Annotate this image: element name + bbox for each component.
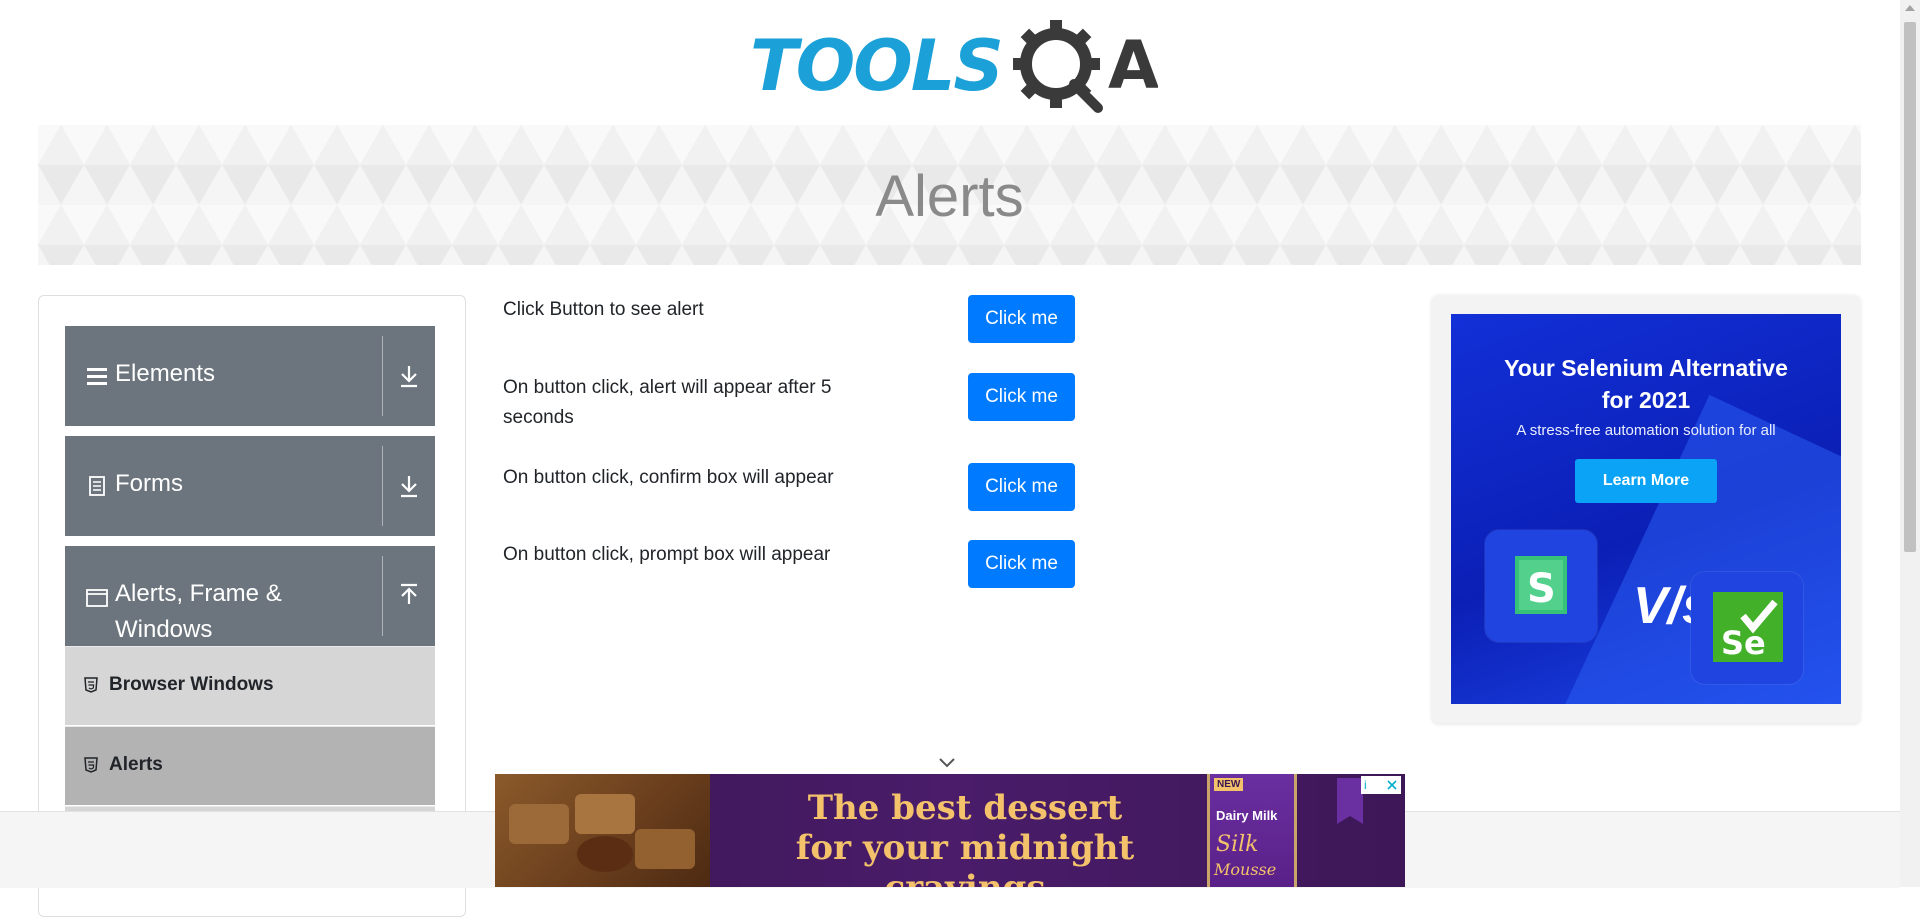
ad-headline-line-2: for 2021	[1601, 387, 1691, 413]
prompt-row-label: On button click, prompt box will appear	[503, 544, 831, 565]
download-arrow-icon[interactable]	[393, 360, 425, 392]
bottom-ad-line-2: for your midnight cravings	[795, 828, 1135, 887]
sidebar-group-alerts-frame-windows[interactable]: Alerts, Frame & Windows	[65, 546, 435, 646]
window-icon	[86, 589, 108, 607]
ad-right-logo-text: Se	[1721, 624, 1766, 662]
sidebar-group-forms[interactable]: Forms	[65, 436, 435, 536]
ad-left-logo-text: S	[1527, 566, 1556, 612]
sidebar-group-label: Alerts, Frame & Windows	[115, 580, 282, 643]
scroll-up-icon[interactable]	[1905, 5, 1915, 11]
pack-brand: Dairy Milk	[1216, 808, 1278, 823]
alert-button[interactable]: Click me	[968, 295, 1075, 343]
selenium-logo-icon: Se	[1713, 592, 1783, 662]
prompt-button[interactable]: Click me	[968, 540, 1075, 588]
bottom-ad-banner[interactable]: The best dessert for your midnight cravi…	[495, 774, 1405, 887]
divider	[382, 556, 383, 636]
page-title: Alerts	[875, 164, 1024, 229]
chocolate-image	[495, 774, 710, 887]
timer-alert-row-label: On button click, alert will appear after…	[503, 377, 832, 428]
close-icon[interactable]	[1386, 779, 1398, 791]
divider	[382, 336, 383, 416]
katalon-logo-icon: S	[1515, 556, 1585, 614]
toolsqa-logo[interactable]: TOOLS A	[750, 18, 1158, 114]
page-banner: Alerts	[38, 125, 1861, 265]
dairy-milk-pack: NEW Dairy Milk Silk Mousse	[1207, 774, 1297, 887]
ad-info-icon[interactable]: i	[1361, 778, 1367, 792]
alert-row-label: Click Button to see alert	[503, 299, 704, 320]
scrollbar-thumb[interactable]	[1904, 22, 1916, 552]
download-arrow-icon[interactable]	[393, 470, 425, 502]
chocolate-pieces-illustration	[509, 794, 695, 872]
katalon-logo-tile: S	[1485, 530, 1597, 642]
logo-text: TOOLS	[750, 25, 1004, 107]
ad-headline-line-1: Your Selenium Alternative	[1504, 355, 1788, 381]
upload-arrow-icon[interactable]	[393, 580, 425, 612]
confirm-row-label: On button click, confirm box will appear	[503, 467, 834, 488]
ad-headline: Your Selenium Alternative for 2021	[1451, 352, 1841, 416]
sidebar-item-label: Alerts	[109, 754, 163, 775]
html5-icon	[84, 757, 98, 773]
learn-more-button[interactable]: Learn More	[1575, 459, 1717, 503]
ad-choices[interactable]: i	[1361, 776, 1401, 794]
side-ad[interactable]: Your Selenium Alternative for 2021 A str…	[1432, 295, 1860, 723]
side-ad-creative[interactable]: Your Selenium Alternative for 2021 A str…	[1451, 314, 1841, 704]
sidebar-item-browser-windows[interactable]: Browser Windows	[65, 646, 435, 725]
sidebar-item-label: Browser Windows	[109, 674, 274, 695]
selenium-logo-tile: Se	[1691, 572, 1803, 684]
timer-alert-button[interactable]: Click me	[968, 373, 1075, 421]
chevron-down-icon[interactable]	[938, 757, 956, 769]
new-badge: NEW	[1214, 778, 1244, 791]
gear-magnifier-logo-icon: A	[1013, 20, 1158, 113]
confirm-button[interactable]: Click me	[968, 463, 1075, 511]
svg-text:A: A	[1108, 27, 1158, 104]
bottom-ad-line-1: The best dessert	[807, 788, 1123, 828]
pack-name: Silk	[1216, 832, 1259, 857]
ad-subtitle: A stress-free automation solution for al…	[1516, 422, 1776, 439]
divider	[382, 446, 383, 526]
sidebar-group-elements[interactable]: Elements	[65, 326, 435, 426]
sidebar-item-alerts[interactable]: Alerts	[65, 726, 435, 805]
sidebar-group-label: Elements	[115, 360, 216, 387]
document-icon	[89, 476, 105, 496]
vertical-scrollbar[interactable]	[1900, 0, 1920, 887]
html5-icon	[84, 677, 98, 693]
hamburger-icon	[87, 368, 107, 385]
pack-variant: Mousse	[1214, 860, 1277, 879]
sidebar-group-label: Forms	[115, 470, 183, 497]
